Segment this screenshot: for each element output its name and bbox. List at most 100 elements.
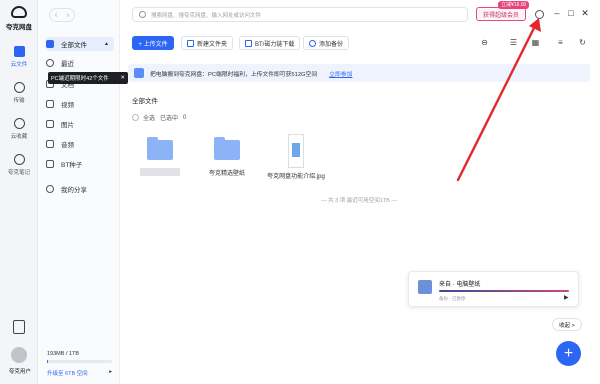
clock-icon <box>46 59 54 67</box>
sidebar-item-video[interactable]: 视频 <box>46 97 114 111</box>
upload-file-button[interactable]: + 上传文件 <box>132 36 174 50</box>
link-icon <box>245 39 252 47</box>
grid-view-icon[interactable]: ▦ <box>531 39 540 47</box>
bt-download-button[interactable]: BT/磁力链下载 <box>239 36 301 50</box>
storage-usage-text: 193MB / 1TB <box>47 351 80 357</box>
selected-label: 已选中 <box>160 116 179 122</box>
backup-player[interactable]: 来自 · 电脑壁纸 备份 · 已暂停 ▶ <box>408 271 579 307</box>
cloud-logo-icon <box>11 6 27 18</box>
image-thumbnail <box>288 134 304 168</box>
player-status: 备份 · 已暂停 <box>439 296 466 301</box>
filter-icon[interactable]: ≡ <box>556 39 565 47</box>
video-icon <box>46 100 54 108</box>
close-window-button[interactable]: ✕ <box>580 8 590 18</box>
rail-item-label: 夸克笔记 <box>7 170 30 176</box>
banner-link[interactable]: 立即参加 <box>329 69 352 78</box>
sidebar-item-audio[interactable]: 音频 <box>46 137 114 151</box>
add-backup-button[interactable]: 添加备份 <box>303 36 350 50</box>
rail-item-transfer[interactable]: 传输 <box>0 82 38 104</box>
file-item[interactable]: 夸克网盘功能介绍.jpg <box>261 134 331 180</box>
mobile-icon[interactable] <box>13 320 25 334</box>
sidebar-item-label: 全部文件 <box>61 42 87 49</box>
rail-item-label: 云文件 <box>10 62 28 68</box>
search-placeholder: 搜索网盘、搜夸克网盘、输入网址或访问文件 <box>151 12 262 19</box>
tooltip: PC端近期限时42个文件 ✕ <box>48 72 128 84</box>
sidebar-item-label: 视频 <box>61 102 74 109</box>
left-rail: 夸克网盘 云文件 传输 云收藏 夸克笔记 夸克用户 <box>0 0 38 384</box>
microphone-icon <box>13 154 25 165</box>
caret-up-icon: ▲ <box>104 41 109 47</box>
file-item[interactable] <box>125 134 195 176</box>
folder-icon <box>214 137 240 160</box>
add-backup-label: 添加备份 <box>319 41 344 48</box>
transfer-icon <box>13 82 25 93</box>
folder-plus-icon <box>187 39 194 47</box>
sidebar-item-label: BT种子 <box>61 162 83 169</box>
select-row: 全选 已选中 0 <box>132 113 191 122</box>
select-all-checkbox[interactable] <box>132 114 139 121</box>
sidebar-item-bt[interactable]: BT种子 <box>46 157 114 171</box>
file-item[interactable]: 夸克精选壁纸 <box>192 134 262 177</box>
rail-item-cloud-collect[interactable]: 云收藏 <box>0 118 38 140</box>
caret-right-icon: ▸ <box>109 369 112 375</box>
close-icon[interactable]: ✕ <box>120 75 125 81</box>
sidebar-item-all-files[interactable]: 全部文件 ▲ <box>46 37 114 51</box>
upgrade-text: 升级至 6TB 空间 <box>47 371 88 377</box>
sidebar-item-recent[interactable]: 最近 <box>46 56 114 70</box>
gear-icon[interactable] <box>535 10 544 19</box>
add-fab-button[interactable]: + <box>556 341 581 366</box>
selected-count: 0 <box>183 114 187 121</box>
minimize-button[interactable]: – <box>552 8 562 18</box>
target-icon <box>13 118 25 129</box>
vip-button[interactable]: 获得超级会员 <box>476 7 526 21</box>
refresh-icon[interactable]: ↻ <box>578 39 587 47</box>
avatar[interactable] <box>11 347 27 363</box>
rail-item-label: 传输 <box>13 98 25 104</box>
sidebar: ‹ › 全部文件 ▲ 最近 文档 视频 图片 音频 BT种子 我的分享 <box>38 0 120 384</box>
collapse-button[interactable]: 收起 > <box>552 318 582 331</box>
backup-icon <box>309 39 316 47</box>
rail-item-cloud-files[interactable]: 云文件 <box>0 46 38 68</box>
player-progress <box>439 290 569 292</box>
forward-arrow-icon[interactable]: › <box>67 12 69 19</box>
new-folder-label: 新建文件夹 <box>197 41 228 48</box>
search-icon <box>139 11 146 18</box>
section-title: 全部文件 <box>132 98 158 105</box>
app-logo: 夸克网盘 <box>0 6 38 31</box>
rail-item-notes[interactable]: 夸克笔记 <box>0 154 38 176</box>
sidebar-item-my-share[interactable]: 我的分享 <box>46 182 114 196</box>
sort-icon[interactable]: ⊖ <box>480 39 489 47</box>
rail-item-label: 云收藏 <box>10 134 28 140</box>
play-icon[interactable]: ▶ <box>564 294 569 301</box>
select-all-label: 全选 <box>143 116 156 122</box>
banner-text: 把电脑搬到夸克网盘：PC端限时福利，上传文件即可获512G空间 <box>150 71 318 78</box>
user-name: 夸克用户 <box>8 369 31 375</box>
storage-bar <box>47 360 112 363</box>
sidebar-item-label: 我的分享 <box>61 187 87 194</box>
upgrade-link[interactable]: 升级至 6TB 空间 ▸ <box>47 369 112 377</box>
player-title: 来自 · 电脑壁纸 <box>439 282 481 288</box>
music-icon <box>46 140 54 148</box>
file-name: 夸克精选壁纸 <box>208 171 245 177</box>
new-folder-button[interactable]: 新建文件夹 <box>181 36 234 50</box>
promo-banner: 把电脑搬到夸克网盘：PC端限时福利，上传文件即可获512G空间 立即参加 <box>128 64 590 82</box>
sidebar-item-label: 音频 <box>61 142 74 149</box>
tooltip-text: PC端近期限时42个文件 <box>51 76 109 82</box>
folder-icon <box>147 137 173 160</box>
maximize-button[interactable]: □ <box>566 8 576 18</box>
storage-fill <box>47 360 49 363</box>
upload-cloud-icon <box>134 68 144 78</box>
sidebar-item-label: 图片 <box>61 122 74 129</box>
image-icon <box>46 120 54 128</box>
back-arrow-icon[interactable]: ‹ <box>55 12 57 19</box>
bt-download-label: BT/磁力链下载 <box>255 41 295 48</box>
list-view-icon[interactable]: ☰ <box>509 39 518 47</box>
app-logo-text: 夸克网盘 <box>6 24 32 31</box>
file-name: 夸克网盘功能介绍.jpg <box>267 174 325 180</box>
search-input[interactable]: 搜索网盘、搜夸克网盘、输入网址或访问文件 <box>132 7 468 22</box>
folder-icon <box>46 40 54 48</box>
sidebar-item-images[interactable]: 图片 <box>46 117 114 131</box>
vip-discount-badge: 立减¥19.00 <box>498 1 530 9</box>
sidebar-item-label: 最近 <box>61 61 74 68</box>
share-icon <box>46 185 54 193</box>
